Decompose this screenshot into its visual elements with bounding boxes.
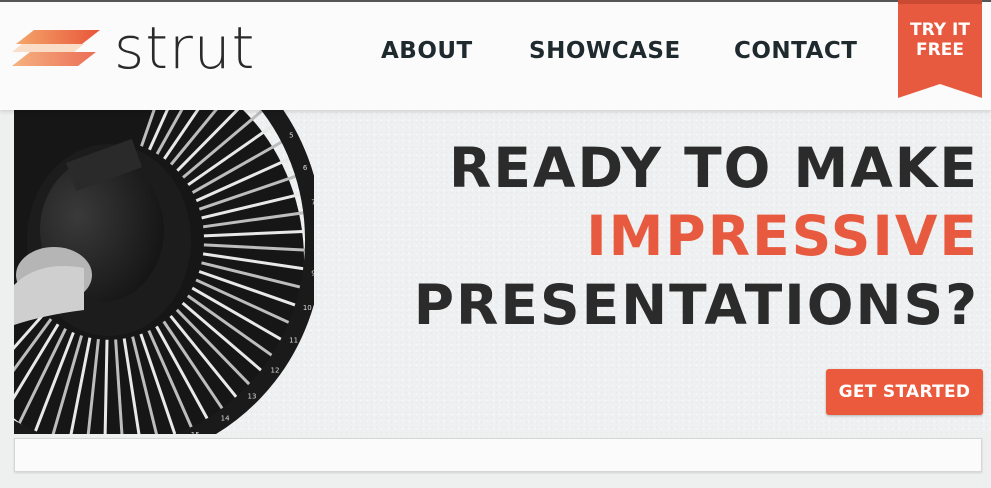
hero-headline-line-2: IMPRESSIVE bbox=[586, 204, 979, 268]
hero-headline-line-1: READY TO MAKE bbox=[448, 136, 979, 200]
nav-contact-link[interactable]: CONTACT bbox=[734, 38, 857, 64]
hero-headline-line-3: PRESENTATIONS? bbox=[413, 273, 979, 337]
ribbon-line-1: TRY IT bbox=[910, 20, 970, 40]
carousel-number: 14 bbox=[221, 414, 230, 422]
carousel-number: 9 bbox=[311, 269, 314, 277]
carousel-number: 15 bbox=[191, 431, 200, 434]
top-navbar: strut ABOUT SHOWCASE CONTACT bbox=[0, 0, 991, 110]
strut-wordmark: strut bbox=[114, 14, 256, 82]
carousel-number: 7 bbox=[311, 199, 314, 207]
nav-about-link[interactable]: ABOUT bbox=[381, 38, 473, 64]
strut-logo[interactable]: strut bbox=[12, 18, 255, 78]
strut-logo-mark-icon bbox=[12, 30, 100, 66]
carousel-number: 12 bbox=[271, 366, 280, 374]
carousel-number: 10 bbox=[303, 304, 312, 312]
content-bar bbox=[14, 438, 982, 472]
hero-banner: 4567891011121314151617 READY TO MAKE IMP… bbox=[14, 110, 991, 434]
get-started-button[interactable]: GET STARTED bbox=[826, 369, 983, 415]
carousel-number: 13 bbox=[247, 393, 256, 401]
slide-carousel-image: 4567891011121314151617 bbox=[14, 110, 314, 434]
try-it-free-ribbon-label[interactable]: TRY IT FREE bbox=[898, 20, 982, 60]
nav-showcase-link[interactable]: SHOWCASE bbox=[529, 38, 681, 64]
carousel-number: 11 bbox=[289, 337, 298, 345]
carousel-number: 6 bbox=[303, 164, 308, 172]
ribbon-line-2: FREE bbox=[916, 40, 964, 60]
carousel-number: 5 bbox=[289, 131, 293, 139]
